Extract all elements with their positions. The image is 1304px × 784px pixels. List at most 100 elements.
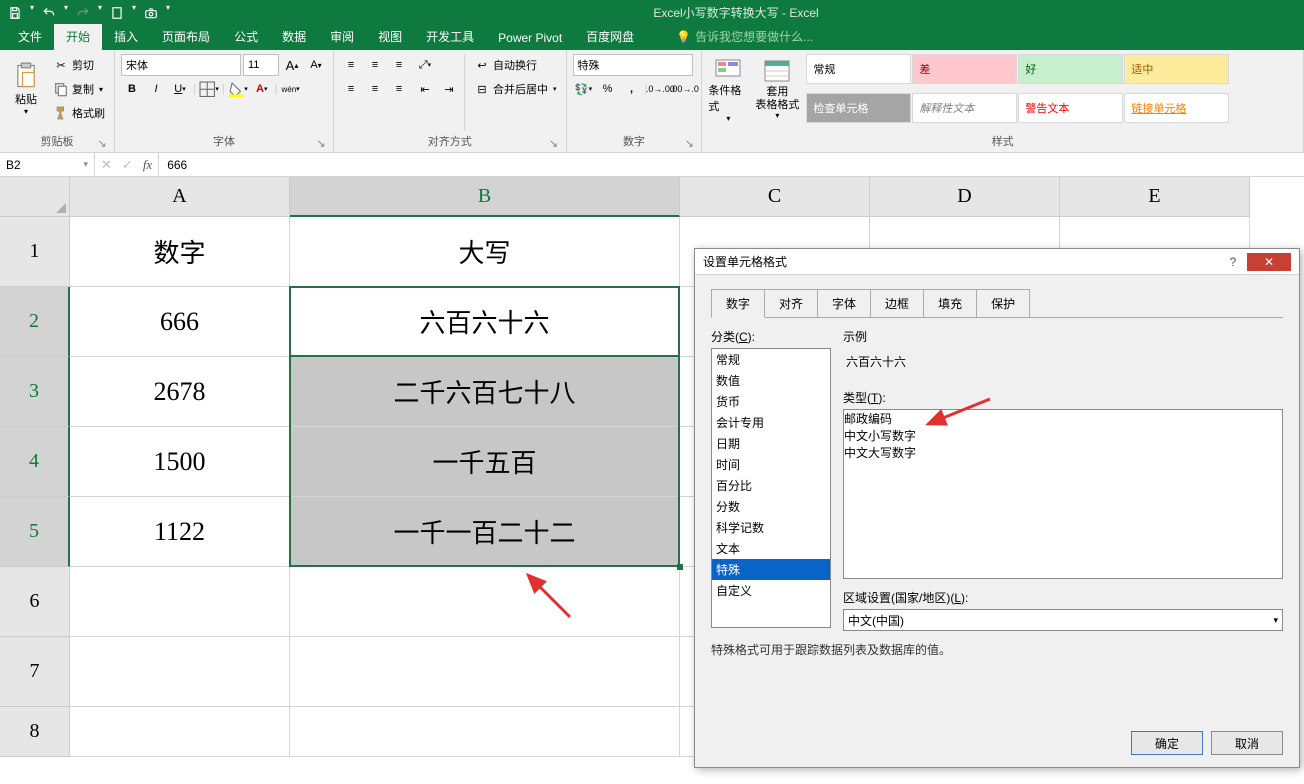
orientation-icon[interactable]: ⤢▾ [414,54,436,76]
name-box[interactable]: ▾ [0,153,95,176]
tab-view[interactable]: 视图 [366,24,414,50]
align-launcher[interactable]: ↘ [548,137,560,149]
undo-dropdown[interactable]: ▾ [62,3,70,23]
increase-font-icon[interactable]: A▴ [281,54,303,76]
enter-formula-icon[interactable]: ✓ [122,157,133,173]
row-header-1[interactable]: 1 [0,217,70,287]
border-button[interactable]: ▾ [198,78,220,100]
cell-A8[interactable] [70,707,290,757]
dialog-titlebar[interactable]: 设置单元格格式 ? ✕ [695,249,1299,275]
redo-dropdown[interactable]: ▾ [96,3,104,23]
cell-B6[interactable] [290,567,680,637]
style-cell[interactable]: 解释性文本 [912,93,1017,123]
format-as-table-button[interactable]: 套用 表格格式▾ [752,54,802,122]
align-bot-icon[interactable]: ≡ [388,54,410,76]
paste-button[interactable]: 粘贴 ▾ [6,54,46,122]
style-cell[interactable]: 警告文本 [1018,93,1123,123]
cell-B8[interactable] [290,707,680,757]
type-item[interactable]: 邮政编码 [844,410,1282,427]
col-header-A[interactable]: A [70,177,290,217]
italic-button[interactable]: I [145,78,167,100]
style-cell[interactable]: 好 [1018,54,1123,84]
cell-A3[interactable]: 2678 [70,357,290,427]
indent-icon[interactable]: ⇥ [438,78,460,100]
style-cell[interactable]: 差 [912,54,1017,84]
row-header-3[interactable]: 3 [0,357,70,427]
dialog-help-button[interactable]: ? [1221,253,1245,271]
category-item[interactable]: 时间 [712,454,830,475]
fx-icon[interactable]: fx [143,157,152,173]
category-item[interactable]: 数值 [712,370,830,391]
style-cell[interactable]: 链接单元格 [1124,93,1229,123]
category-item[interactable]: 文本 [712,538,830,559]
camera-icon[interactable] [140,3,162,23]
dialog-tab-1[interactable]: 对齐 [764,289,818,318]
tell-me[interactable]: 💡 告诉我您想要做什么... [676,28,813,50]
dialog-tab-5[interactable]: 保护 [976,289,1030,318]
conditional-format-button[interactable]: 条件格式▾ [708,54,748,122]
cell-A1[interactable]: 数字 [70,217,290,287]
percent-icon[interactable]: % [597,78,619,100]
save-icon[interactable] [4,3,26,23]
col-header-E[interactable]: E [1060,177,1250,217]
tab-insert[interactable]: 插入 [102,24,150,50]
cell-B5[interactable]: 一千一百二十二 [290,497,680,567]
cell-styles-gallery[interactable]: 常规差好适中检查单元格解释性文本警告文本链接单元格 [806,54,1229,131]
category-item[interactable]: 货币 [712,391,830,412]
category-item[interactable]: 会计专用 [712,412,830,433]
style-cell[interactable]: 检查单元格 [806,93,911,123]
cell-A7[interactable] [70,637,290,707]
fill-color-button[interactable]: ▾ [227,78,249,100]
phonetic-button[interactable]: wén▾ [280,78,302,100]
cell-A2[interactable]: 666 [70,287,290,357]
comma-icon[interactable]: , [621,78,643,100]
category-listbox[interactable]: 常规数值货币会计专用日期时间百分比分数科学记数文本特殊自定义 [711,348,831,628]
type-listbox[interactable]: 邮政编码中文小写数字中文大写数字 [843,409,1283,579]
decrease-font-icon[interactable]: A▾ [305,54,327,76]
cell-B1[interactable]: 大写 [290,217,680,287]
row-header-8[interactable]: 8 [0,707,70,757]
qat-dropdown[interactable]: ▾ [28,3,36,23]
dec-decimal-icon[interactable]: .00→.0 [673,78,695,100]
tab-file[interactable]: 文件 [6,24,54,50]
undo-icon[interactable] [38,3,60,23]
font-color-button[interactable]: A▾ [251,78,273,100]
font-size-select[interactable] [243,54,279,76]
fill-handle[interactable] [677,564,683,570]
cell-B7[interactable] [290,637,680,707]
cell-B2[interactable]: 六百六十六 [290,287,680,357]
tab-pagelayout[interactable]: 页面布局 [150,24,222,50]
category-item[interactable]: 日期 [712,433,830,454]
category-item[interactable]: 特殊 [712,559,830,580]
dialog-tab-0[interactable]: 数字 [711,289,765,318]
row-header-2[interactable]: 2 [0,287,70,357]
type-item[interactable]: 中文大写数字 [844,444,1282,461]
redo-icon[interactable] [72,3,94,23]
new-dropdown[interactable]: ▾ [130,3,138,23]
category-item[interactable]: 科学记数 [712,517,830,538]
qat-customize-dropdown[interactable]: ▾ [164,3,172,23]
cancel-formula-icon[interactable]: ✕ [101,157,112,173]
merge-center-button[interactable]: ⊟合并后居中▾ [471,78,560,100]
row-header-4[interactable]: 4 [0,427,70,497]
formula-input[interactable]: 666 [159,153,1304,176]
cell-A4[interactable]: 1500 [70,427,290,497]
wrap-text-button[interactable]: ↩自动换行 [471,54,560,76]
align-right-icon[interactable]: ≡ [388,78,410,100]
tab-developer[interactable]: 开发工具 [414,24,486,50]
outdent-icon[interactable]: ⇤ [414,78,436,100]
dialog-tab-2[interactable]: 字体 [817,289,871,318]
category-item[interactable]: 百分比 [712,475,830,496]
category-item[interactable]: 分数 [712,496,830,517]
style-cell[interactable]: 常规 [806,54,911,84]
cancel-button[interactable]: 取消 [1211,731,1283,755]
cell-B4[interactable]: 一千五百 [290,427,680,497]
tab-review[interactable]: 审阅 [318,24,366,50]
col-header-C[interactable]: C [680,177,870,217]
font-launcher[interactable]: ↘ [315,137,327,149]
cell-A5[interactable]: 1122 [70,497,290,567]
dialog-close-button[interactable]: ✕ [1247,253,1291,271]
font-name-select[interactable] [121,54,241,76]
bold-button[interactable]: B [121,78,143,100]
align-center-icon[interactable]: ≡ [364,78,386,100]
